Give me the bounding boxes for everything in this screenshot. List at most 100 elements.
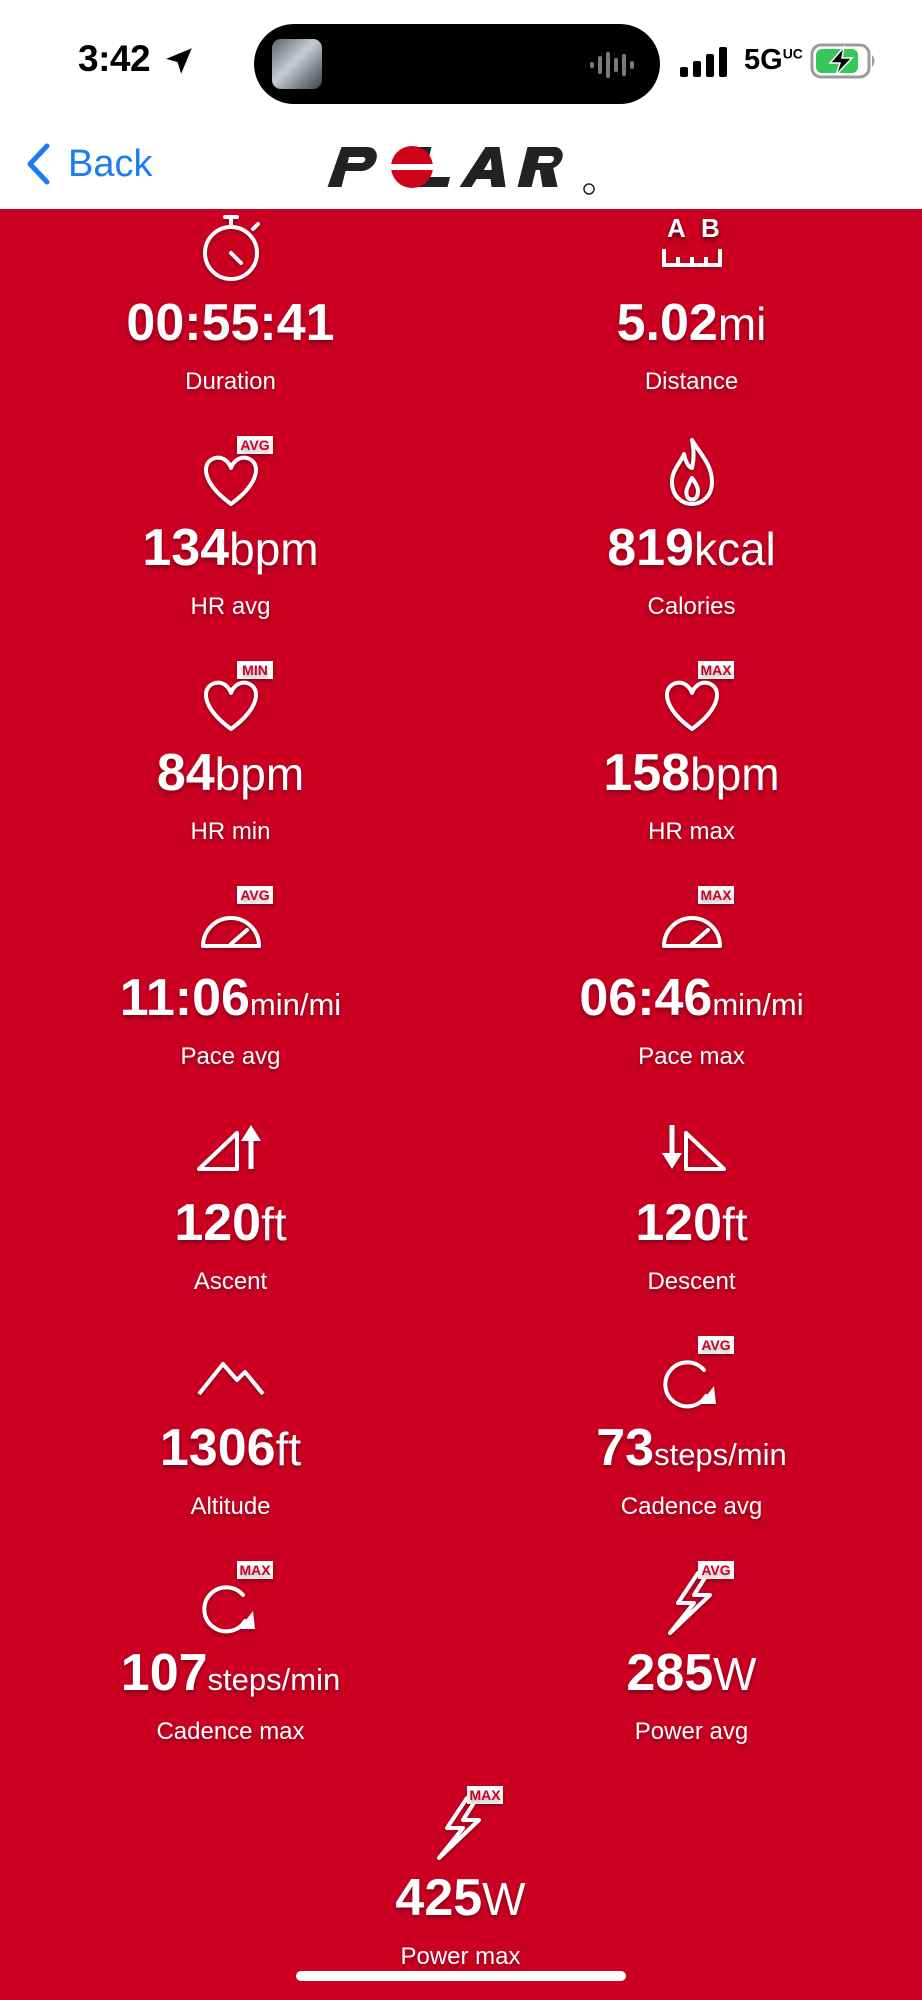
stat-unit: kcal: [693, 523, 776, 575]
stat-cadence-max: MAX 107steps/min Cadence max: [0, 1559, 461, 1784]
badge-b: B: [701, 213, 720, 243]
stat-power-avg: AVG 285W Power avg: [461, 1559, 922, 1784]
battery-charging-icon: [810, 43, 875, 79]
flame-icon: [652, 434, 732, 514]
badge-a: A: [667, 213, 686, 243]
stat-value: 107: [120, 1644, 208, 1702]
stat-unit: bpm: [229, 523, 319, 575]
svg-text:AVG: AVG: [240, 887, 269, 903]
heart-min-icon: MIN: [191, 659, 273, 739]
stat-hr-avg: AVG 134bpm HR avg: [0, 434, 461, 659]
stat-value: 1306: [159, 1419, 276, 1477]
stat-unit: bpm: [214, 748, 305, 800]
stat-duration: 00:55:41 Duration: [0, 209, 461, 434]
chevron-left-icon: [27, 143, 50, 185]
status-time: 3:42: [78, 38, 151, 79]
stat-label: Pace avg: [180, 1043, 281, 1070]
stat-unit: mi: [717, 298, 767, 350]
stat-label: Power avg: [634, 1718, 749, 1745]
stat-label: Duration: [185, 368, 276, 395]
stat-cadence-avg: AVG 73steps/min Cadence avg: [461, 1334, 922, 1559]
stat-label: Cadence avg: [620, 1493, 763, 1520]
stat-value: 11:06: [119, 969, 250, 1027]
stat-value: 84: [156, 744, 215, 802]
heart-max-icon: MAX: [652, 659, 734, 739]
stat-value: 425: [395, 1869, 483, 1927]
stat-label: Calories: [647, 593, 736, 620]
stat-label: Power max: [400, 1943, 521, 1970]
polar-logo: [327, 146, 595, 195]
stat-unit: W: [482, 1873, 526, 1925]
svg-text:AVG: AVG: [701, 1562, 730, 1578]
stat-altitude: 1306ft Altitude: [0, 1334, 461, 1559]
stat-ascent: 120ft Ascent: [0, 1109, 461, 1334]
stat-label: HR min: [190, 818, 271, 845]
stat-unit: bpm: [690, 748, 780, 800]
stat-unit: ft: [261, 1198, 287, 1250]
stat-distance: A B 5.02mi Distance: [461, 209, 922, 434]
network-type: 5GUC: [744, 44, 803, 76]
status-bar: 3:42 5GUC: [0, 0, 922, 125]
stat-unit: steps/min: [654, 1437, 787, 1472]
stats-content[interactable]: 00:55:41 Duration A B 5.02mi Distance AV…: [0, 209, 922, 2000]
back-button[interactable]: Back: [24, 139, 152, 189]
stopwatch-icon: [191, 209, 271, 289]
stat-label: Cadence max: [156, 1718, 305, 1745]
location-arrow-icon: [166, 48, 192, 74]
distance-icon: A B: [652, 209, 732, 289]
stat-hr-max: MAX 158bpm HR max: [461, 659, 922, 884]
stat-unit: ft: [722, 1198, 748, 1250]
stat-unit: steps/min: [207, 1662, 341, 1697]
svg-text:AVG: AVG: [240, 437, 269, 453]
svg-text:AVG: AVG: [701, 1337, 730, 1353]
speedometer-avg-icon: AVG: [191, 884, 273, 964]
stat-value: 06:46: [579, 969, 713, 1027]
stat-value: 00:55:41: [126, 294, 335, 352]
home-indicator[interactable]: [296, 1971, 626, 1981]
stat-label: Ascent: [193, 1268, 268, 1295]
stat-value: 158: [603, 744, 691, 802]
cadence-avg-icon: AVG: [652, 1334, 734, 1414]
stat-value: 120: [635, 1194, 723, 1252]
stat-unit: W: [713, 1648, 757, 1700]
stat-label: Altitude: [190, 1493, 271, 1520]
ascent-icon: [191, 1109, 271, 1189]
power-max-icon: MAX: [421, 1784, 503, 1864]
svg-text:MAX: MAX: [700, 662, 732, 678]
stat-calories: 819kcal Calories: [461, 434, 922, 659]
stat-pace-avg: AVG 11:06min/mi Pace avg: [0, 884, 461, 1109]
stat-value: 5.02: [616, 294, 718, 352]
stat-value: 285: [626, 1644, 714, 1702]
stat-label: Descent: [647, 1268, 736, 1295]
stat-value: 73: [596, 1419, 655, 1477]
stat-hr-min: MIN 84bpm HR min: [0, 659, 461, 884]
audio-waveform-icon: [590, 52, 634, 78]
speedometer-max-icon: MAX: [652, 884, 734, 964]
mountain-icon: [191, 1334, 271, 1414]
stat-value: 819: [607, 519, 694, 577]
stat-label: HR avg: [190, 593, 271, 620]
stat-label: Pace max: [638, 1043, 745, 1070]
svg-text:MAX: MAX: [700, 887, 732, 903]
stat-unit: ft: [275, 1423, 302, 1475]
heart-avg-icon: AVG: [191, 434, 273, 514]
svg-text:MAX: MAX: [239, 1562, 271, 1578]
now-playing-artwork: [272, 39, 322, 89]
back-label: Back: [68, 142, 153, 185]
dynamic-island[interactable]: [254, 24, 660, 104]
stat-descent: 120ft Descent: [461, 1109, 922, 1334]
stat-unit: min/mi: [712, 987, 804, 1022]
stat-label: HR max: [648, 818, 735, 845]
stat-value: 120: [174, 1194, 262, 1252]
power-avg-icon: AVG: [652, 1559, 734, 1639]
nav-bar: Back: [0, 125, 922, 209]
stat-label: Distance: [644, 368, 739, 395]
stat-power-max: MAX 425W Power max: [230, 1784, 691, 2000]
stat-value: 134: [142, 519, 230, 577]
cadence-max-icon: MAX: [191, 1559, 273, 1639]
descent-icon: [652, 1109, 732, 1189]
svg-text:MIN: MIN: [242, 662, 268, 678]
cellular-signal-icon: [680, 47, 727, 77]
stat-pace-max: MAX 06:46min/mi Pace max: [461, 884, 922, 1109]
svg-text:MAX: MAX: [469, 1787, 501, 1803]
